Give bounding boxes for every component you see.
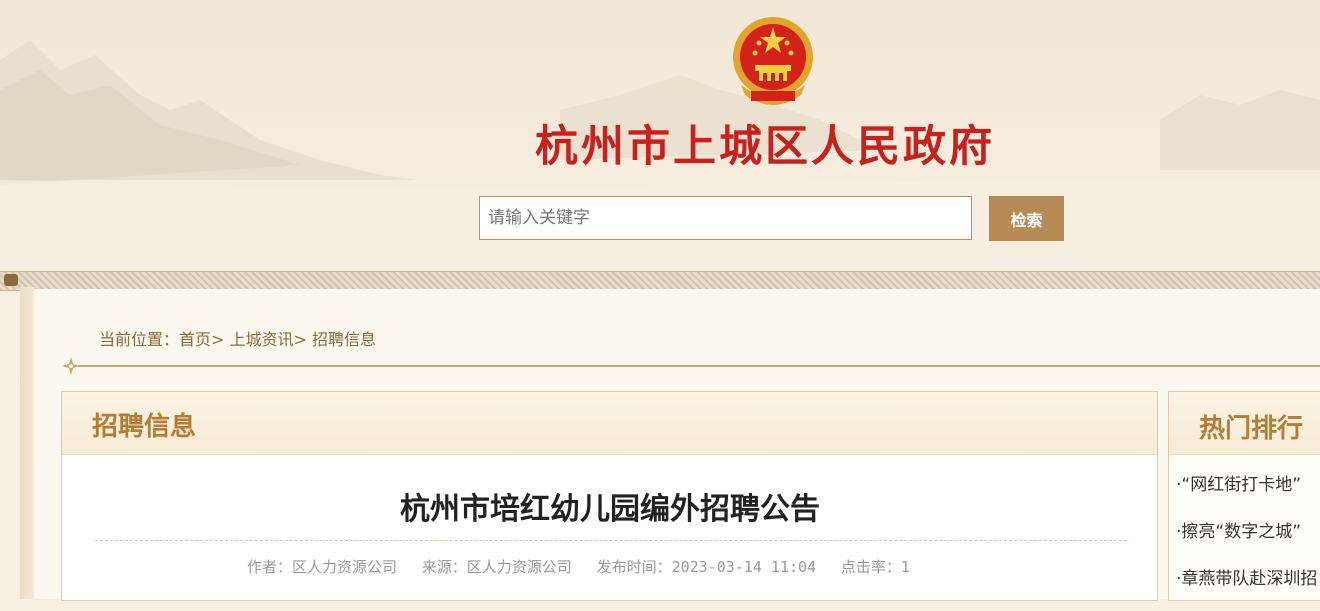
article-source: 来源：区人力资源公司 [421,558,572,576]
breadcrumb-item-home[interactable]: 首页 [179,330,211,349]
search-button[interactable]: 检索 [989,196,1064,241]
breadcrumb-item-recruitment[interactable]: 招聘信息 [312,330,376,349]
breadcrumb: 当前位置：首页> 上城资讯> 招聘信息 [99,326,376,350]
article-title-divider [95,540,1127,541]
breadcrumb-separator: > [211,330,225,349]
panel-title: 招聘信息 [92,412,197,442]
breadcrumb-item-news[interactable]: 上城资讯 [230,330,294,349]
breadcrumb-prefix: 当前位置： [99,330,180,349]
article-click-count: 点击率：1 [840,558,911,576]
article-panel-header [62,392,1157,455]
article-title: 杭州市培红幼儿园编外招聘公告 [400,492,820,527]
hot-ranking-list: ·“网红街打卡地” ·擦亮“数字之城” ·章燕带队赴深圳招 [1176,470,1320,611]
hot-ranking-item[interactable]: ·擦亮“数字之城” [1176,517,1320,564]
breadcrumb-divider [78,365,1320,367]
hot-ranking-title: 热门排行 [1199,414,1304,444]
site-title: 杭州市上城区人民政府 [535,122,995,172]
hot-ranking-item[interactable]: ·章燕带队赴深圳招 [1176,564,1320,611]
scroll-left-edge [20,287,35,599]
national-emblem-icon [733,17,813,105]
hot-ranking-item[interactable]: ·“网红街打卡地” [1176,470,1320,517]
article-author: 作者：区人力资源公司 [247,558,398,576]
breadcrumb-separator: > [293,330,307,349]
scroll-knob [4,274,18,286]
article-meta: 作者：区人力资源公司 来源：区人力资源公司 发布时间：2023-03-14 11… [247,556,930,577]
site-header: 杭州市上城区人民政府 检索 [0,0,1320,272]
article-publish-time: 发布时间：2023-03-14 11:04 [596,558,817,576]
scroll-top-border [0,271,1320,291]
search-input[interactable] [479,196,972,240]
